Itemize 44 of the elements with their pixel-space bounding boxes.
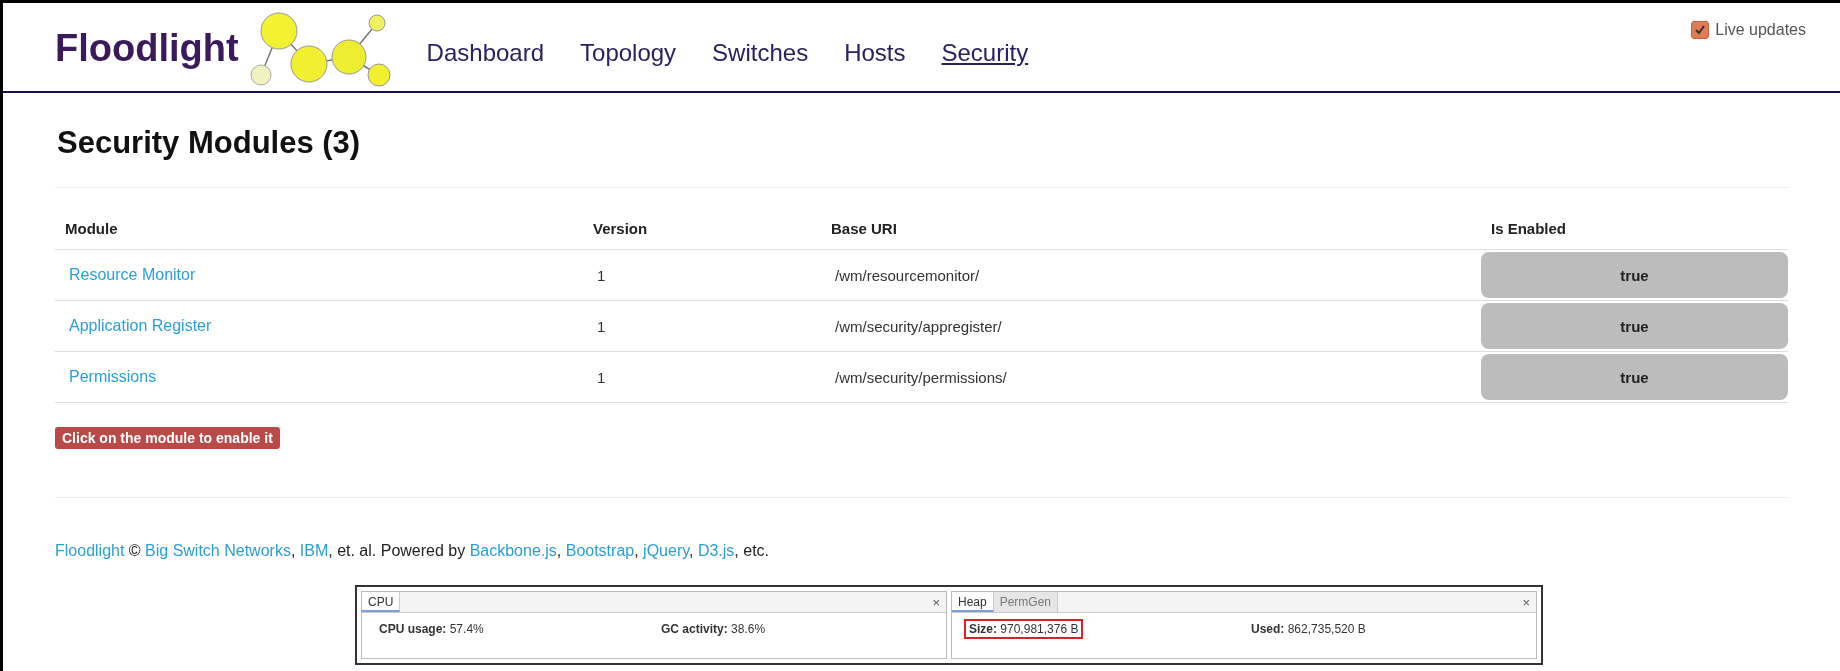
column-header: Module <box>55 208 583 250</box>
footer-link[interactable]: Backbone.js <box>469 542 557 559</box>
enabled-badge: true <box>1481 303 1788 349</box>
table-cell: /wm/resourcemonitor/ <box>821 250 1481 301</box>
panel-tab[interactable]: CPU <box>362 592 401 612</box>
live-updates-checkbox[interactable] <box>1691 21 1710 39</box>
close-icon[interactable]: × <box>1522 594 1536 610</box>
column-header: Base URI <box>821 208 1481 250</box>
footer-link[interactable]: jQuery <box>643 542 689 559</box>
footer-link[interactable]: Bootstrap <box>565 542 635 559</box>
stat-text: Size: 970,981,376 B <box>964 619 1084 639</box>
nav-link[interactable]: Hosts <box>844 39 906 67</box>
table-cell: /wm/security/permissions/ <box>821 352 1481 403</box>
module-link[interactable]: Permissions <box>69 368 157 386</box>
stat-text: Used: 862,735,520 B <box>1250 621 1367 638</box>
table-cell: 1 <box>583 250 821 301</box>
panel-tab[interactable]: PermGen <box>993 592 1059 612</box>
enabled-badge: true <box>1481 252 1788 298</box>
footer-text: Floodlight © Big Switch Networks, IBM, et. al. Powered by Backbone.js, Bootstrap, jQuery, D3.js, etc. <box>55 542 771 560</box>
nav-link[interactable]: Security <box>941 39 1029 67</box>
stat-text: CPU usage: 57.4% <box>378 621 485 638</box>
stat-text: GC activity: 38.6% <box>660 621 767 638</box>
module-link[interactable]: Resource Monitor <box>69 266 196 284</box>
table-cell: /wm/security/appregister/ <box>821 301 1481 352</box>
live-updates-label: Live updates <box>1715 21 1806 39</box>
check-icon <box>1694 24 1707 36</box>
nav-link[interactable]: Switches <box>712 39 809 67</box>
table-cell: 1 <box>583 301 821 352</box>
footer-link[interactable]: Big Switch Networks <box>145 542 291 559</box>
logo-text: Floodlight <box>55 26 239 70</box>
table-cell: 1 <box>583 352 821 403</box>
close-icon[interactable]: × <box>932 594 946 610</box>
column-header: Is Enabled <box>1481 208 1788 250</box>
hint-label: Click on the module to enable it <box>55 427 280 449</box>
column-header: Version <box>583 208 821 250</box>
enabled-badge: true <box>1481 354 1788 400</box>
panel-tab[interactable]: Heap <box>952 592 994 612</box>
footer-link[interactable]: D3.js <box>697 542 735 559</box>
footer-link[interactable]: IBM <box>299 542 329 559</box>
footer-link[interactable]: Floodlight <box>55 542 125 559</box>
module-link[interactable]: Application Register <box>69 317 212 335</box>
nav-link[interactable]: Topology <box>580 39 677 67</box>
nav-link[interactable]: Dashboard <box>426 39 545 67</box>
page-title: Security Modules (3) <box>57 125 362 161</box>
